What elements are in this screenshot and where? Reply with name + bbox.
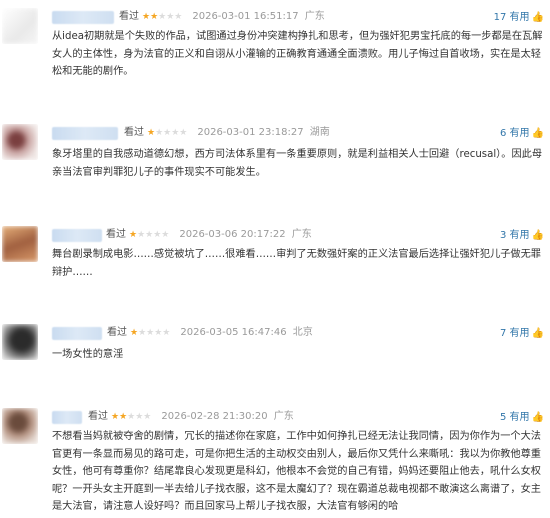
review-item: 看过 ★★★★★ 2026-03-05 16:47:46 北京 7 有用 👍 一场女性… (0, 322, 550, 382)
review-meta: 看过 ★★★★★ 2026-03-01 23:18:27 湖南 (124, 124, 330, 142)
review-item: 看过 ★★★★★ 2026-03-06 20:17:22 广东 3 有用 👍 舞台剧录… (0, 224, 550, 304)
star-rating: ★★★★★ (129, 230, 170, 240)
review-location: 北京 (292, 327, 313, 338)
review-item: 看过 ★★★★★ 2026-02-28 21:30:20 广东 5 有用 👍 不想看当… (0, 406, 550, 518)
review-time: 2026-03-01 23:18:27 (197, 127, 304, 138)
useful-vote-button[interactable]: 7 有用 👍 (500, 325, 544, 343)
review-content: 一场女性的意淫 (52, 349, 124, 360)
avatar[interactable] (2, 408, 38, 444)
avatar[interactable] (2, 8, 38, 44)
username[interactable] (52, 127, 118, 140)
username[interactable] (52, 411, 82, 424)
review-meta: 看过 ★★★★★ 2026-03-05 16:47:46 北京 (107, 324, 313, 342)
review-meta: 看过 ★★★★★ 2026-02-28 21:30:20 广东 (88, 408, 294, 426)
username[interactable] (52, 327, 102, 340)
star-rating: ★★★★★ (111, 412, 152, 422)
review-time: 2026-03-06 20:17:22 (179, 229, 286, 240)
watched-label: 看过 (124, 127, 144, 138)
review-time: 2026-02-28 21:30:20 (161, 411, 268, 422)
star-rating: ★★★★★ (142, 12, 183, 22)
username[interactable] (52, 11, 114, 24)
review-content: 象牙塔里的自我感动道德幻想，西方司法体系里有一条重要原则，就是利益相关人士回避（… (52, 149, 543, 178)
avatar[interactable] (2, 226, 38, 262)
useful-vote-button[interactable]: 6 有用 👍 (500, 125, 544, 143)
username[interactable] (52, 229, 102, 242)
avatar[interactable] (2, 324, 38, 360)
review-location: 广东 (273, 411, 294, 422)
review-content: 不想看当妈就被夺舍的剧情，冗长的描述你在家庭，工作中如何挣扎已经无法让我同情，因… (52, 431, 541, 512)
thumbs-up-icon: 👍 (531, 12, 544, 23)
thumbs-up-icon: 👍 (531, 328, 544, 339)
review-item: 看过 ★★★★★ 2026-03-01 23:18:27 湖南 6 有用 👍 象牙塔里… (0, 122, 550, 202)
review-item: 看过 ★★★★★ 2026-03-01 16:51:17 广东 17 有用 👍 从id… (0, 6, 550, 106)
watched-label: 看过 (119, 11, 139, 22)
review-content: 从idea初期就是个失败的作品，试图通过身份冲突建构挣扎和思考，但为强奸犯男宝托… (52, 31, 543, 77)
review-location: 广东 (304, 11, 325, 22)
useful-vote-button[interactable]: 17 有用 👍 (494, 9, 544, 27)
review-content: 舞台剧录制成电影……感觉被坑了……很难看……审判了无数强奸案的正义法官最后选择让… (52, 249, 541, 278)
review-location: 湖南 (309, 127, 330, 138)
useful-vote-button[interactable]: 5 有用 👍 (500, 409, 544, 427)
watched-label: 看过 (107, 327, 127, 338)
star-rating: ★★★★★ (130, 328, 171, 338)
review-meta: 看过 ★★★★★ 2026-03-06 20:17:22 广东 (106, 226, 312, 244)
review-location: 广东 (291, 229, 312, 240)
thumbs-up-icon: 👍 (531, 412, 544, 423)
thumbs-up-icon: 👍 (531, 230, 544, 241)
watched-label: 看过 (88, 411, 108, 422)
review-meta: 看过 ★★★★★ 2026-03-01 16:51:17 广东 (119, 8, 325, 26)
avatar[interactable] (2, 124, 38, 160)
star-rating: ★★★★★ (147, 128, 188, 138)
thumbs-up-icon: 👍 (531, 128, 544, 139)
watched-label: 看过 (106, 229, 126, 240)
review-time: 2026-03-05 16:47:46 (180, 327, 287, 338)
useful-vote-button[interactable]: 3 有用 👍 (500, 227, 544, 245)
review-time: 2026-03-01 16:51:17 (192, 11, 299, 22)
